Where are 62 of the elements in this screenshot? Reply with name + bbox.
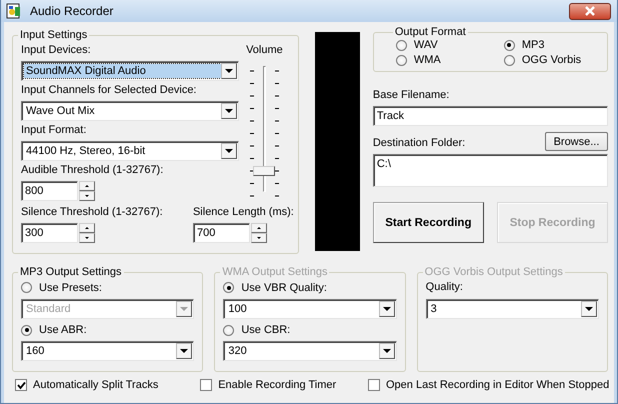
input-field[interactable]: Track xyxy=(372,106,608,126)
checkbox[interactable] xyxy=(368,379,380,391)
radio-label: WMA xyxy=(414,54,441,66)
spin-buttons[interactable] xyxy=(79,181,95,201)
browse-button[interactable]: Browse... xyxy=(545,132,608,151)
radio-button[interactable] xyxy=(21,324,32,336)
caret-icon xyxy=(378,300,395,317)
group-title: OGG Vorbis Output Settings xyxy=(424,266,564,278)
radio-button[interactable] xyxy=(504,54,515,66)
radio-label: WAV xyxy=(414,39,438,51)
group-title: WMA Output Settings xyxy=(221,266,328,278)
caret-icon xyxy=(176,343,192,360)
group-title: Input Settings xyxy=(19,29,88,41)
radio-label: MP3 xyxy=(522,39,544,51)
checkbox-label: Enable Recording Timer xyxy=(218,379,336,391)
window-title: Audio Recorder xyxy=(30,4,114,18)
field-label: Silence Threshold (1-32767): xyxy=(21,206,163,219)
spin-buttons[interactable] xyxy=(250,223,267,243)
close-button[interactable] xyxy=(569,2,611,20)
checkbox-label: Open Last Recording in Editor When Stopped xyxy=(386,379,610,391)
radio-button[interactable] xyxy=(396,40,407,50)
group-title: MP3 Output Settings xyxy=(19,266,122,278)
spin-buttons[interactable] xyxy=(79,223,95,243)
caret-icon xyxy=(580,301,597,317)
radio-button[interactable] xyxy=(396,54,407,66)
dropdown[interactable]: 160 xyxy=(21,341,194,361)
dropdown[interactable]: Wave Out Mix xyxy=(21,101,239,121)
radio-button[interactable] xyxy=(504,40,515,50)
slider-thumb[interactable] xyxy=(252,166,275,176)
radio-label: Use CBR: xyxy=(241,324,290,336)
radio-button[interactable] xyxy=(21,282,32,294)
number-field[interactable]: 800 xyxy=(21,181,78,201)
caret-icon xyxy=(221,103,237,119)
radio-label: Use ABR: xyxy=(39,324,87,336)
volume-label: Volume xyxy=(246,44,283,56)
dropdown[interactable]: 44100 Hz, Stereo, 16-bit xyxy=(21,141,239,161)
caret-icon xyxy=(221,63,237,79)
checkbox[interactable] xyxy=(200,379,212,391)
checkbox[interactable] xyxy=(15,379,27,391)
input-field[interactable]: C:\ xyxy=(372,154,608,187)
checkbox-label: Automatically Split Tracks xyxy=(33,379,158,391)
radio-label: Use VBR Quality: xyxy=(241,282,327,294)
radio-label: OGG Vorbis xyxy=(522,54,582,66)
field-label: Input Channels for Selected Device: xyxy=(21,84,198,97)
app-icon xyxy=(6,3,22,19)
field-label: Quality: xyxy=(426,281,464,294)
close-icon xyxy=(584,6,596,16)
group-title: Output Format xyxy=(394,26,467,38)
radio-label: Use Presets: xyxy=(39,282,102,294)
number-field[interactable]: 300 xyxy=(21,223,78,243)
caret-icon xyxy=(378,343,395,360)
number-field[interactable]: 700 xyxy=(192,223,250,243)
caret-icon xyxy=(176,300,192,317)
field-label: Audible Threshold (1-32767): xyxy=(21,164,164,177)
field-label: Destination Folder: xyxy=(372,137,466,150)
field-label: Input Format: xyxy=(21,124,88,137)
dropdown[interactable]: SoundMAX Digital Audio xyxy=(21,61,239,81)
caret-icon xyxy=(221,143,237,159)
field-label: Input Devices: xyxy=(21,44,92,57)
record-button[interactable]: Start Recording xyxy=(372,202,484,243)
field-label: Base Filename: xyxy=(372,89,450,102)
field-label: Silence Length (ms): xyxy=(192,206,294,219)
